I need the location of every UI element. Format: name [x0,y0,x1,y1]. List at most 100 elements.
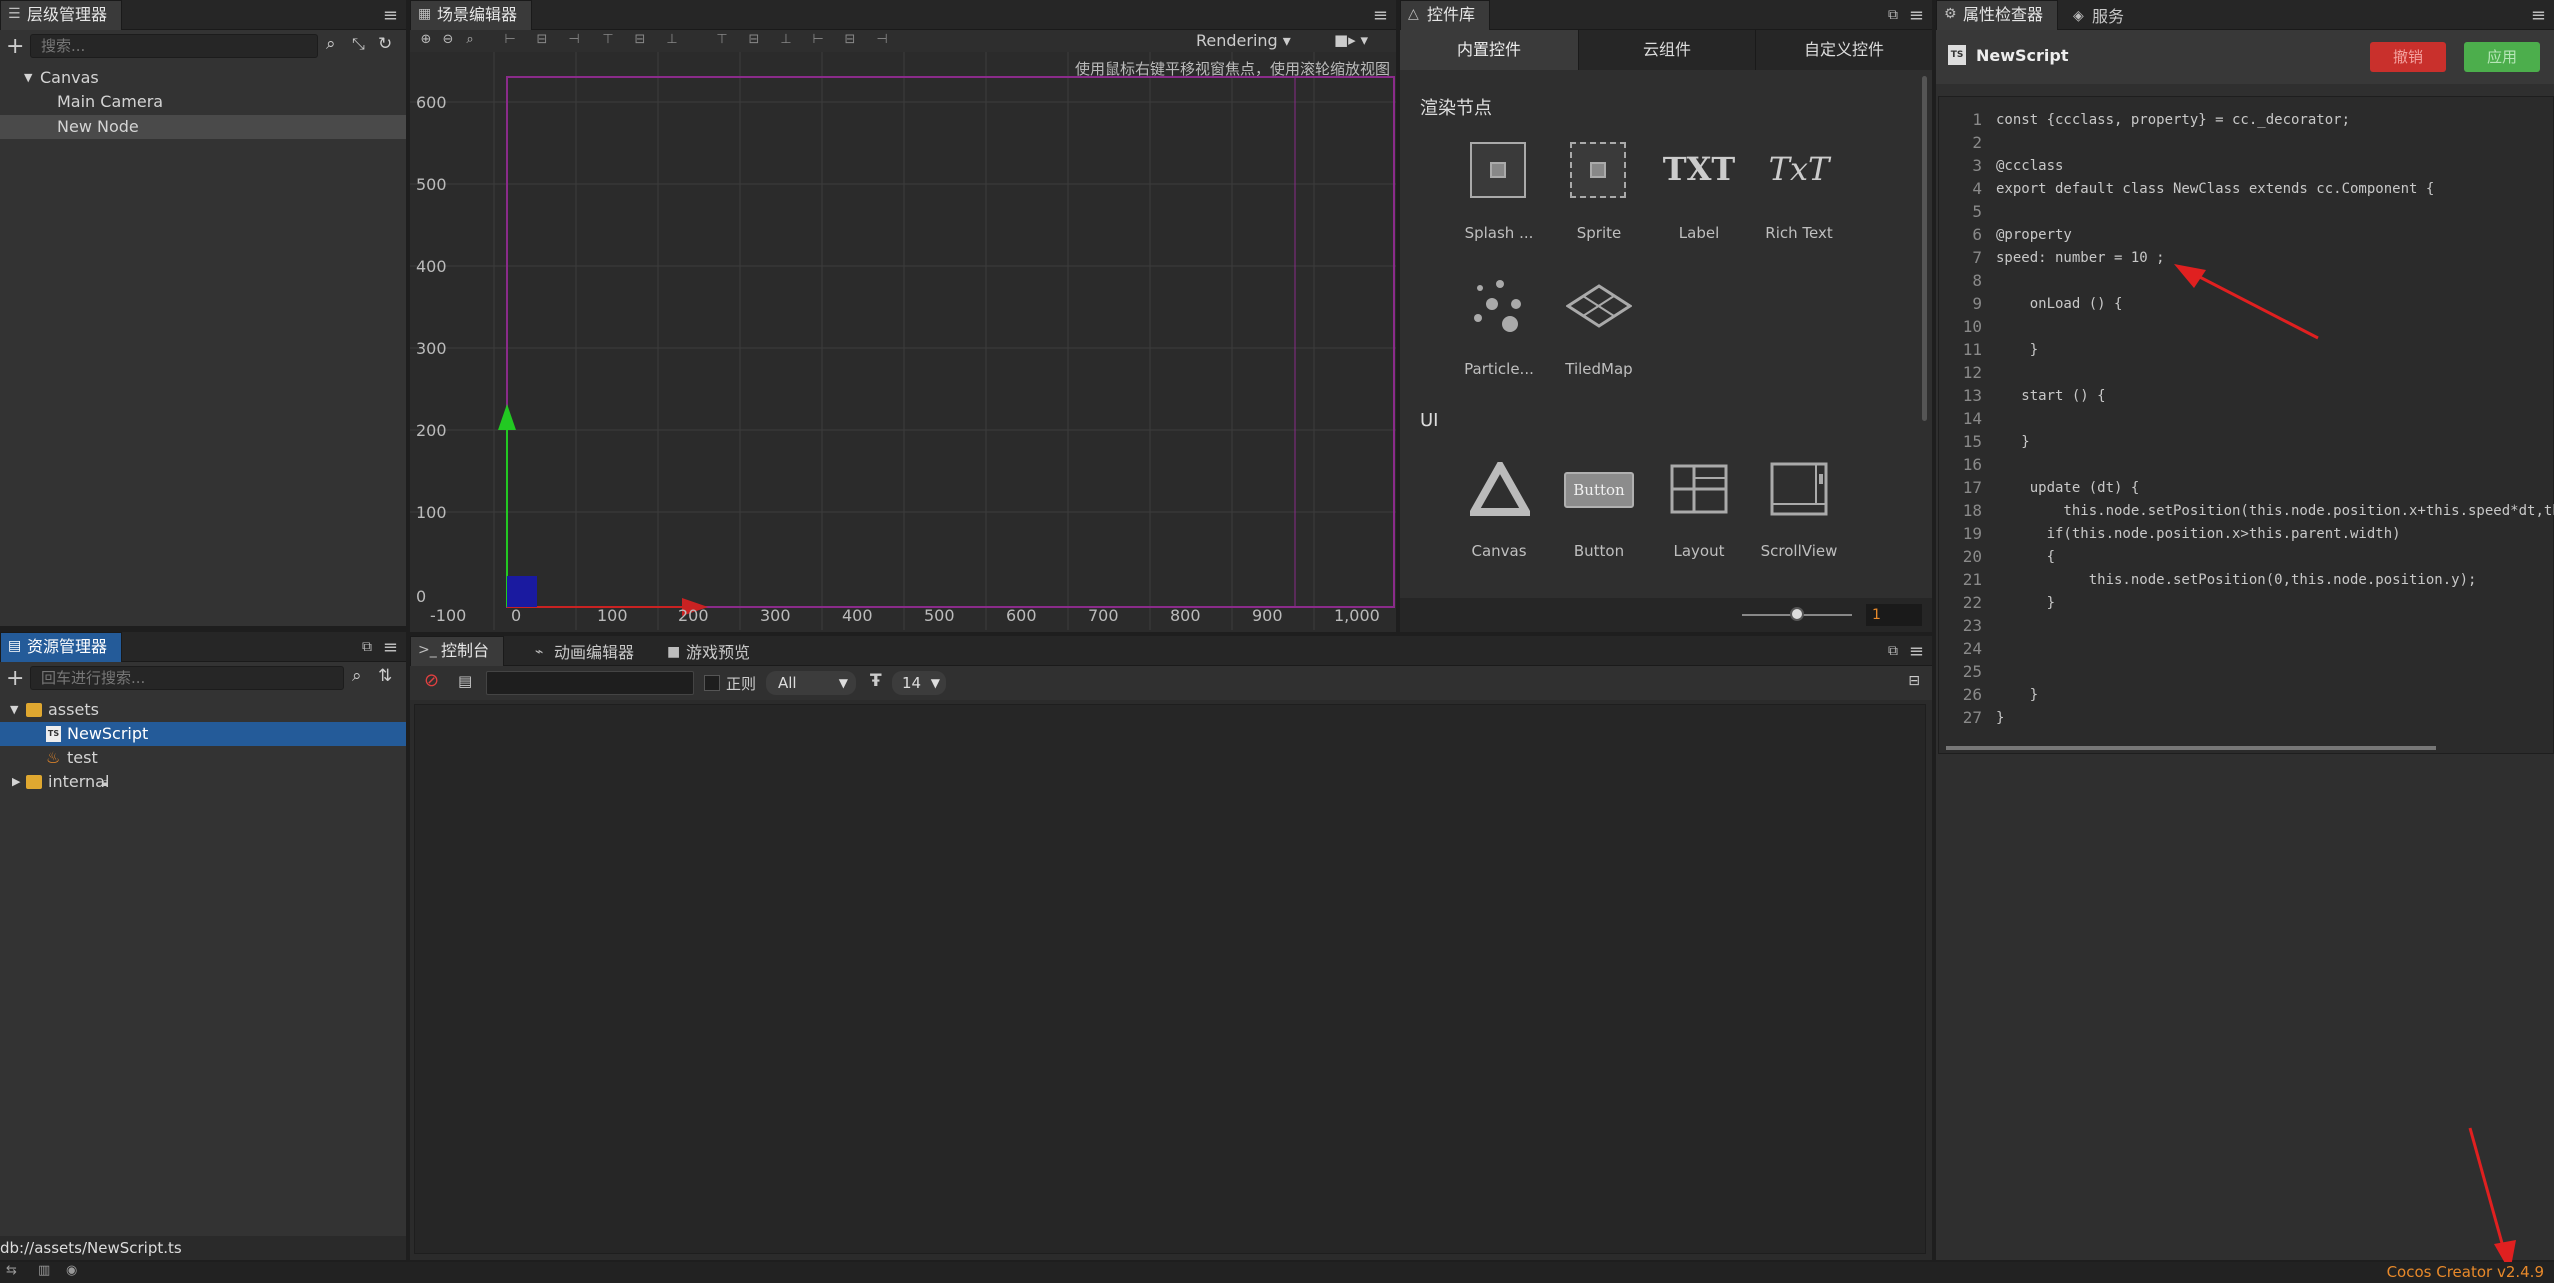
align-left-icon[interactable]: ⊢ [502,32,518,48]
tab-assets[interactable]: ▤ 资源管理器 [0,632,123,662]
tab-game-preview[interactable]: ■ 游戏预览 [660,639,764,666]
align-top-icon[interactable]: ⊤ [600,32,616,48]
clear-icon[interactable]: ⊘ [424,670,439,691]
zoom-slider-thumb[interactable] [1790,607,1804,621]
add-node-icon[interactable]: + [6,34,24,59]
tab-widget-library[interactable]: △ 控件库 [1400,0,1491,30]
code-line-text: onLoad () { [1996,296,2123,312]
tab-console[interactable]: >_ 控制台 [410,636,505,666]
sort-icon[interactable]: ⇅ [378,666,392,686]
zoom-value-input[interactable]: 1 [1866,604,1922,626]
distribute-top-icon[interactable]: ⊤ [714,32,730,48]
regex-checkbox[interactable] [704,675,720,691]
tree-node-label: Canvas [40,68,99,87]
align-bottom-icon[interactable]: ⊥ [664,32,680,48]
tab-service[interactable]: ◈ 服务 [2066,3,2138,30]
dot-icon [1490,162,1506,178]
distribute-left-icon[interactable]: ⊢ [810,32,826,48]
popout-icon[interactable]: ⧉ [1888,7,1898,23]
widget-scrollbar[interactable] [1922,76,1927,421]
scene-viewport[interactable] [410,52,1396,630]
widget-layout[interactable]: Layout [1644,460,1754,560]
widget-name: ScrollView [1760,542,1838,560]
distribute-bottom-icon[interactable]: ⊥ [778,32,794,48]
asset-folder-assets[interactable]: ▼ assets [0,698,406,722]
expand-arrow-icon[interactable]: ▶ [12,770,20,794]
code-horizontal-scrollbar[interactable] [1946,746,2436,750]
tab-inspector[interactable]: ⚙ 属性检查器 [1936,0,2059,30]
panel-menu-icon[interactable]: ≡ [1373,5,1388,26]
collapse-panel-icon[interactable]: ⊟ [1908,673,1920,689]
sync-icon[interactable]: ⇆ [6,1263,17,1278]
tree-node-canvas[interactable]: ▼ Canvas [0,66,406,90]
tab-animation[interactable]: ⌁ 动画编辑器 [528,639,648,666]
x-tick-label: 700 [1088,606,1119,625]
tab-console-label: 控制台 [441,641,490,660]
expand-arrow-icon[interactable]: ▼ [10,698,18,722]
align-right-icon[interactable]: ⊣ [566,32,582,48]
asset-newscript[interactable]: TS NewScript [0,722,406,746]
panel-menu-icon[interactable]: ≡ [1909,5,1924,26]
visibility-icon[interactable]: ◉ [66,1263,77,1278]
distribute-hcenter-icon[interactable]: ⊟ [842,32,858,48]
subtab-custom[interactable]: 自定义控件 [1755,30,1932,70]
asset-folder-internal[interactable]: ▶ internal 🔒︎ [0,770,406,794]
zoom-in-icon[interactable]: ⊕ [418,32,434,48]
code-line-text: this.node.setPosition(0,this.node.positi… [1996,572,2477,588]
popout-icon[interactable]: ⧉ [1888,643,1898,659]
hierarchy-search-input[interactable]: 搜索... [30,34,318,58]
tree-node-new-node[interactable]: New Node [0,115,406,139]
tab-scene-editor[interactable]: ▦ 场景编辑器 [410,0,533,30]
code-line-text: } [1996,434,2030,450]
panel-menu-icon[interactable]: ≡ [2531,5,2546,26]
code-line-number: 11 [1962,340,1982,359]
widget-rich-text[interactable]: TxT Rich Text [1744,142,1854,242]
zoom-reset-icon[interactable]: ⌕ [462,32,478,48]
asset-test[interactable]: ♨ test [0,746,406,770]
font-size-select[interactable]: 14 ▼ [892,671,946,695]
align-vcenter-icon[interactable]: ⊟ [632,32,648,48]
camera-icon[interactable]: ■▸ ▾ [1334,31,1368,49]
widget-sprite[interactable]: Sprite [1544,142,1654,242]
subtab-cloud[interactable]: 云组件 [1578,30,1755,70]
expand-arrow-icon[interactable]: ▼ [24,66,32,90]
zoom-out-icon[interactable]: ⊖ [440,32,456,48]
widget-splash[interactable]: Splash ... [1444,142,1554,242]
panel-menu-icon[interactable]: ≡ [383,637,398,658]
collapse-icon[interactable]: ⤡ [352,34,365,54]
refresh-icon[interactable]: ↻ [378,34,392,54]
console-filter-input[interactable] [486,671,694,695]
asset-label: assets [48,700,99,719]
widget-tiledmap[interactable]: TiledMap [1544,278,1654,378]
assets-search-input[interactable]: 回车进行搜索... [30,666,344,690]
widget-scrollview[interactable]: ScrollView [1744,460,1854,560]
apply-button[interactable]: 应用 [2464,42,2540,72]
tree-node-main-camera[interactable]: Main Camera [0,90,406,114]
tab-hierarchy[interactable]: ☰ 层级管理器 [0,0,123,30]
log-file-icon[interactable]: ▤ [458,672,472,690]
search-icon[interactable]: ⌕ [352,666,362,686]
widget-label[interactable]: TXT Label [1644,142,1754,242]
panel-menu-icon[interactable]: ≡ [1909,641,1924,662]
revert-button[interactable]: 撤销 [2370,42,2446,72]
panel-menu-icon[interactable]: ≡ [383,5,398,26]
y-axis-arrow[interactable] [498,404,516,430]
popout-icon[interactable]: ⧉ [362,639,372,655]
label-icon: TXT [1662,150,1736,188]
subtab-builtin[interactable]: 内置控件 [1400,30,1578,70]
widget-button[interactable]: Button Button [1544,460,1654,560]
search-icon[interactable]: ⌕ [326,34,336,54]
widget-canvas[interactable]: Canvas [1444,460,1554,560]
distribute-vcenter-icon[interactable]: ⊟ [746,32,762,48]
particle-icon [1474,280,1521,332]
add-asset-icon[interactable]: + [6,666,24,691]
terminal-icon: >_ [418,642,437,658]
node-handle[interactable] [507,576,537,607]
render-mode-select[interactable]: Rendering ▾ [1196,31,1291,50]
log-level-select[interactable]: All ▼ [766,671,856,695]
align-hcenter-icon[interactable]: ⊟ [534,32,550,48]
widget-particle[interactable]: Particle... [1444,278,1554,378]
delete-icon[interactable]: ▥ [38,1263,50,1278]
console-log-area[interactable] [414,704,1926,1254]
distribute-right-icon[interactable]: ⊣ [874,32,890,48]
